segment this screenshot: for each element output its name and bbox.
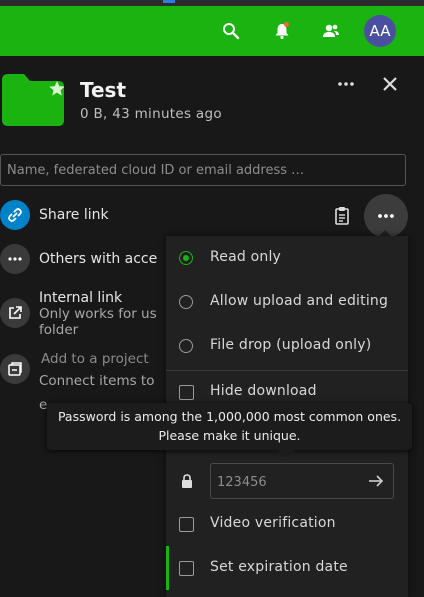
others-access-icon [0,244,30,274]
checkbox[interactable] [179,561,194,576]
lock-icon [182,474,192,488]
arrow-right-icon[interactable] [367,472,385,490]
password-field[interactable] [210,463,394,500]
menu-item-set-expiration[interactable]: Set expiration date [166,546,408,590]
menu-item-label: Hide download [210,383,317,399]
internal-link-description-2: folder [39,322,79,338]
file-title: Test [80,78,127,102]
close-icon[interactable] [381,75,399,93]
more-options-icon[interactable] [336,76,356,92]
project-icon [0,354,30,384]
tooltip-caret [278,450,294,458]
tab-indicator [163,0,175,3]
tooltip-line-2: Please make it unique. [158,428,301,443]
folder-icon [2,74,64,126]
clipboard-icon[interactable] [334,206,352,226]
menu-item-label: Set expiration date [210,559,348,575]
external-link-icon [0,298,30,328]
menu-item-label: Video verification [210,515,336,531]
app-header: AA [0,6,424,56]
share-link-label[interactable]: Share link [39,207,109,223]
tooltip-line-1: Password is among the 1,000,000 most com… [57,409,402,424]
radio[interactable] [179,295,193,309]
checkbox[interactable] [179,385,194,400]
contacts-icon[interactable] [322,22,340,40]
password-warning-tooltip: Password is among the 1,000,000 most com… [47,403,412,450]
search-icon[interactable] [222,22,240,40]
menu-item-read-only[interactable]: Read only [166,236,408,280]
notification-dot [284,22,289,27]
file-subtitle: 0 B, 43 minutes ago [80,106,222,122]
internal-link-description: Only works for us [39,306,157,322]
add-project-label[interactable]: Add to a project [41,351,149,367]
user-avatar[interactable]: AA [364,15,396,47]
password-input[interactable] [211,464,369,500]
menu-item-video-verification[interactable]: Video verification [166,502,408,546]
project-description: Connect items to [39,373,155,389]
menu-item-label: Allow upload and editing [210,293,389,309]
checkbox[interactable] [179,517,194,532]
share-recipient-input[interactable] [0,154,406,186]
menu-item-label: Read only [210,249,282,265]
menu-item-allow-upload[interactable]: Allow upload and editing [166,280,408,324]
link-icon [0,200,30,230]
internal-link-label[interactable]: Internal link [39,290,122,306]
others-access-label[interactable]: Others with acce [39,251,157,267]
radio[interactable] [179,339,193,353]
menu-item-label: File drop (upload only) [210,337,372,353]
radio-selected[interactable] [179,251,193,265]
menu-item-file-drop[interactable]: File drop (upload only) [166,324,408,368]
